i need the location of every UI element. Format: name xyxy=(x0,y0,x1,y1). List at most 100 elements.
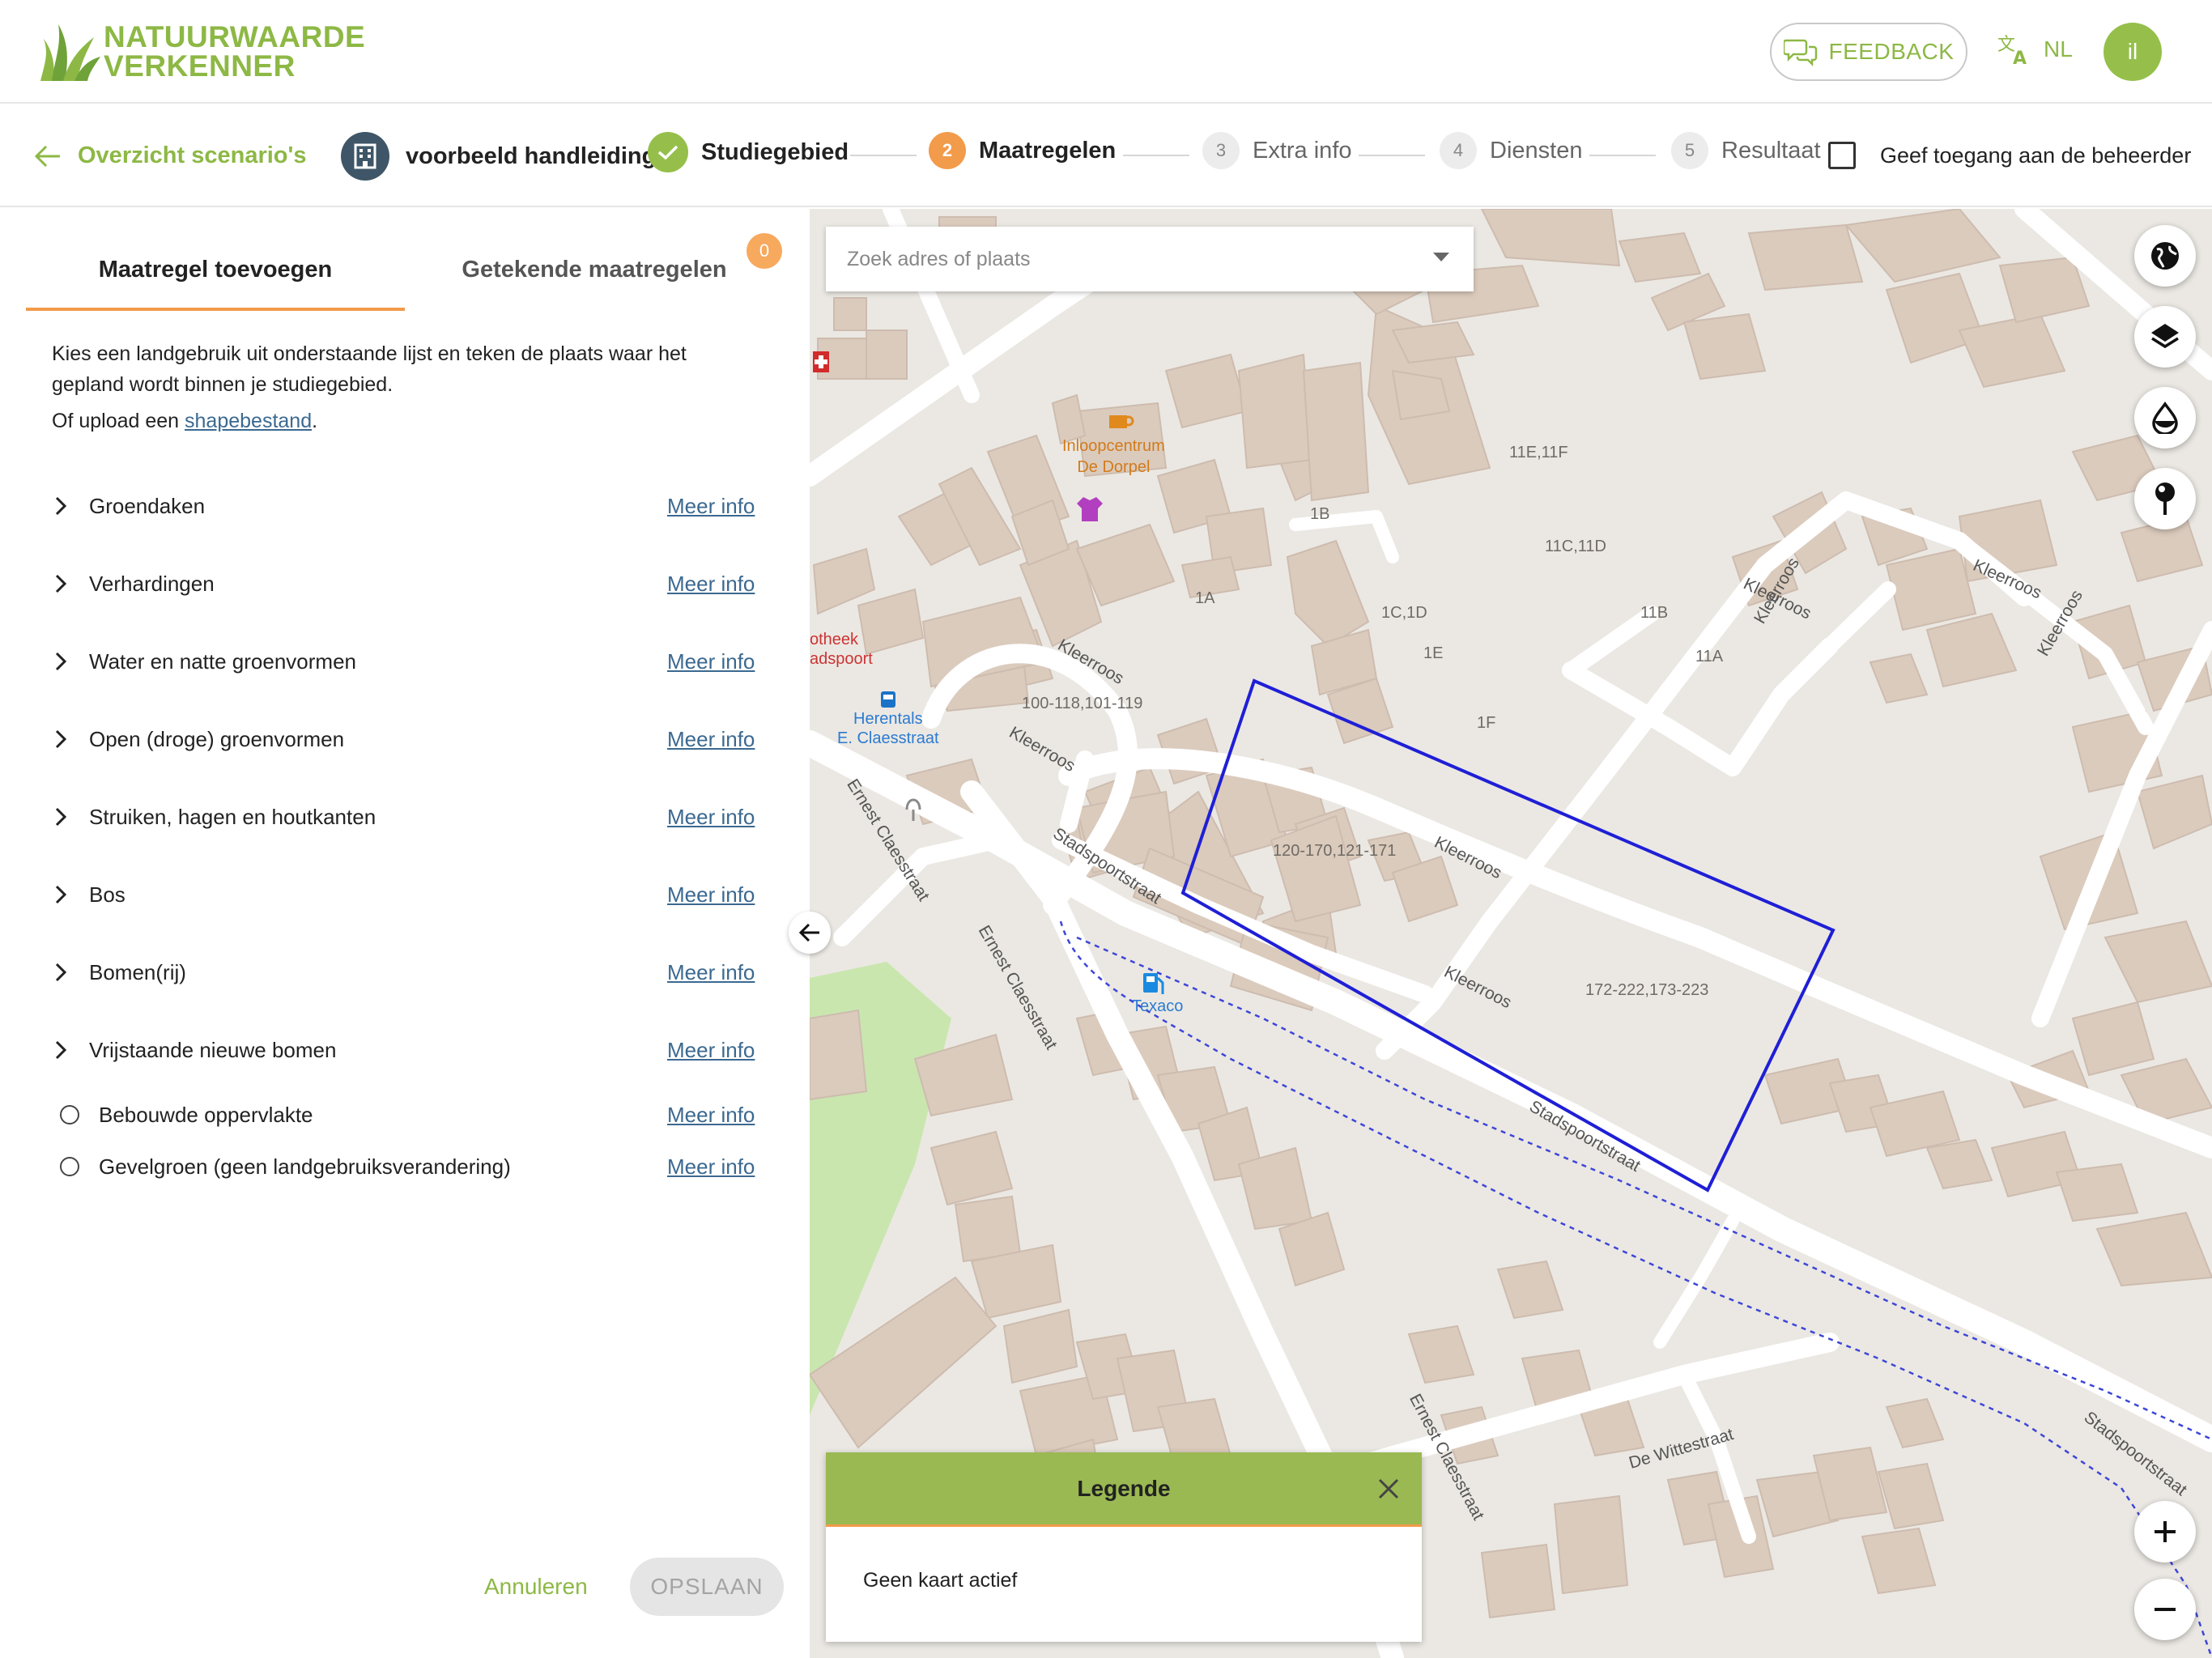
chevron-right-icon xyxy=(55,807,67,827)
radio-button[interactable] xyxy=(60,1105,79,1124)
map-tiles[interactable] xyxy=(810,209,2212,1658)
step-extra-info[interactable]: 3 Extra info xyxy=(1202,132,1352,169)
app-logo[interactable]: NATUURWAARDE VERKENNER xyxy=(37,21,365,83)
drop-icon xyxy=(2152,402,2178,434)
chevron-right-icon xyxy=(55,496,67,516)
category-bomenrij[interactable]: Bomen(rij) Meer info xyxy=(52,952,764,993)
chevron-right-icon xyxy=(55,1040,67,1060)
svg-text:A: A xyxy=(2013,49,2027,66)
step-label: Extra info xyxy=(1253,137,1352,164)
intro-text: Kies een landgebruik uit onderstaande li… xyxy=(52,342,687,396)
category-label: Bos xyxy=(89,882,125,907)
pin-icon xyxy=(2155,483,2175,515)
meer-info-link[interactable]: Meer info xyxy=(667,882,755,908)
poi-label-line: E. Claesstraat xyxy=(837,729,939,747)
tab-getekende-maatregelen[interactable]: Getekende maatregelen xyxy=(405,241,784,298)
upload-suffix: . xyxy=(312,410,318,432)
measures-panel: Maatregel toevoegen Getekende maatregele… xyxy=(0,209,810,1658)
basemap-button[interactable] xyxy=(2134,225,2196,287)
logo-text: NATUURWAARDE VERKENNER xyxy=(104,22,365,81)
step-studiegebied[interactable]: Studiegebied xyxy=(648,132,849,172)
language-selector[interactable]: 文 A NL xyxy=(1997,32,2073,66)
step-number: 3 xyxy=(1202,132,1240,169)
shapefile-upload-link[interactable]: shapebestand xyxy=(185,410,312,432)
step-connector xyxy=(850,155,917,156)
bus-stop-icon xyxy=(881,691,895,708)
step-label: Maatregelen xyxy=(979,137,1117,164)
step-number: 5 xyxy=(1671,132,1708,169)
poi-label-line: De Dorpel xyxy=(1077,458,1151,476)
building-label: 11E,11F xyxy=(1509,444,1568,461)
radio-button[interactable] xyxy=(60,1157,79,1176)
feedback-label: FEEDBACK xyxy=(1828,39,1955,64)
category-label: Struiken, hagen en houtkanten xyxy=(89,804,376,829)
meer-info-link[interactable]: Meer info xyxy=(667,649,755,674)
category-vrijstaande-bomen[interactable]: Vrijstaande nieuwe bomen Meer info xyxy=(52,1030,764,1070)
access-label: Geef toegang aan de beheerder xyxy=(1880,142,2192,168)
poi-label-line: adspoort xyxy=(810,650,873,668)
access-checkbox[interactable] xyxy=(1828,142,1856,169)
save-button[interactable]: OPSLAAN xyxy=(630,1558,784,1616)
category-label: Verhardingen xyxy=(89,571,215,596)
step-maatregelen[interactable]: 2 Maatregelen xyxy=(929,132,1116,169)
category-gevelgroen[interactable]: Gevelgroen (geen landgebruiksverandering… xyxy=(52,1146,764,1187)
chevron-right-icon xyxy=(55,652,67,671)
step-number: 2 xyxy=(929,132,966,169)
meer-info-link[interactable]: Meer info xyxy=(667,805,755,830)
user-avatar[interactable]: il xyxy=(2104,23,2162,81)
category-groendaken[interactable]: Groendaken Meer info xyxy=(52,486,764,526)
category-struiken[interactable]: Struiken, hagen en houtkanten Meer info xyxy=(52,797,764,837)
collapse-panel-button[interactable] xyxy=(789,912,831,954)
cancel-button[interactable]: Annuleren xyxy=(484,1574,588,1600)
step-label: Resultaat xyxy=(1721,137,1821,164)
meer-info-link[interactable]: Meer info xyxy=(667,727,755,752)
legend-panel: Legende Geen kaart actief xyxy=(826,1452,1422,1642)
close-icon[interactable] xyxy=(1376,1477,1401,1501)
building-label: 1C,1D xyxy=(1381,604,1427,622)
tab-maatregel-toevoegen[interactable]: Maatregel toevoegen xyxy=(26,241,405,298)
category-bos[interactable]: Bos Meer info xyxy=(52,874,764,915)
access-checkbox-row[interactable]: Geef toegang aan de beheerder xyxy=(1828,142,2191,169)
arrow-left-icon xyxy=(798,923,819,942)
chevron-right-icon xyxy=(55,574,67,593)
map-view[interactable]: Inloopcentrum De Dorpel otheek adspoort … xyxy=(810,209,2212,1658)
poi-label-line: Inloopcentrum xyxy=(1062,437,1165,455)
category-water[interactable]: Water en natte groenvormen Meer info xyxy=(52,641,764,682)
layers-button[interactable] xyxy=(2134,306,2196,368)
meer-info-link[interactable]: Meer info xyxy=(667,960,755,985)
step-diensten[interactable]: 4 Diensten xyxy=(1440,132,1582,169)
category-label: Groendaken xyxy=(89,493,206,518)
building-label: 1B xyxy=(1310,505,1330,523)
scenario-name: voorbeeld handleiding xyxy=(406,142,657,169)
water-layer-button[interactable] xyxy=(2134,387,2196,449)
meer-info-link[interactable]: Meer info xyxy=(667,1154,755,1180)
category-open-groen[interactable]: Open (droge) groenvormen Meer info xyxy=(52,719,764,759)
location-pin-button[interactable] xyxy=(2134,468,2196,529)
meer-info-link[interactable]: Meer info xyxy=(667,1038,755,1063)
step-connector xyxy=(1359,155,1425,156)
feedback-button[interactable]: FEEDBACK xyxy=(1770,23,1967,81)
meer-info-link[interactable]: Meer info xyxy=(667,572,755,597)
poi-label-inloopcentrum: Inloopcentrum De Dorpel xyxy=(1062,436,1165,478)
upload-prefix: Of upload een xyxy=(52,410,185,432)
zoom-out-button[interactable] xyxy=(2134,1579,2196,1640)
poi-label-apotheek: otheek adspoort xyxy=(810,630,873,669)
plus-icon xyxy=(2155,1521,2176,1542)
step-resultaat[interactable]: 5 Resultaat xyxy=(1671,132,1821,169)
address-search-input[interactable]: Zoek adres of plaats xyxy=(826,227,1474,291)
zoom-in-button[interactable] xyxy=(2134,1501,2196,1562)
meer-info-link[interactable]: Meer info xyxy=(667,1103,755,1128)
top-header: NATUURWAARDE VERKENNER FEEDBACK 文 A NL i… xyxy=(0,0,2212,104)
dropdown-arrow-icon[interactable] xyxy=(1433,253,1449,261)
category-bebouwde-oppervlakte[interactable]: Bebouwde oppervlakte Meer info xyxy=(52,1095,764,1135)
back-to-overview-link[interactable]: Overzicht scenario's xyxy=(34,142,307,169)
category-verhardingen[interactable]: Verhardingen Meer info xyxy=(52,563,764,604)
building-label: 120-170,121-171 xyxy=(1273,842,1397,860)
meer-info-link[interactable]: Meer info xyxy=(667,494,755,519)
grass-logo-icon xyxy=(40,24,100,81)
building-label: 11C,11D xyxy=(1545,538,1606,555)
language-label: NL xyxy=(2044,36,2073,62)
poi-label-line: Herentals xyxy=(853,710,923,728)
building-label: 100-118,101-119 xyxy=(1022,695,1143,712)
poi-label-bus-stop: Herentals E. Claesstraat xyxy=(837,709,939,748)
